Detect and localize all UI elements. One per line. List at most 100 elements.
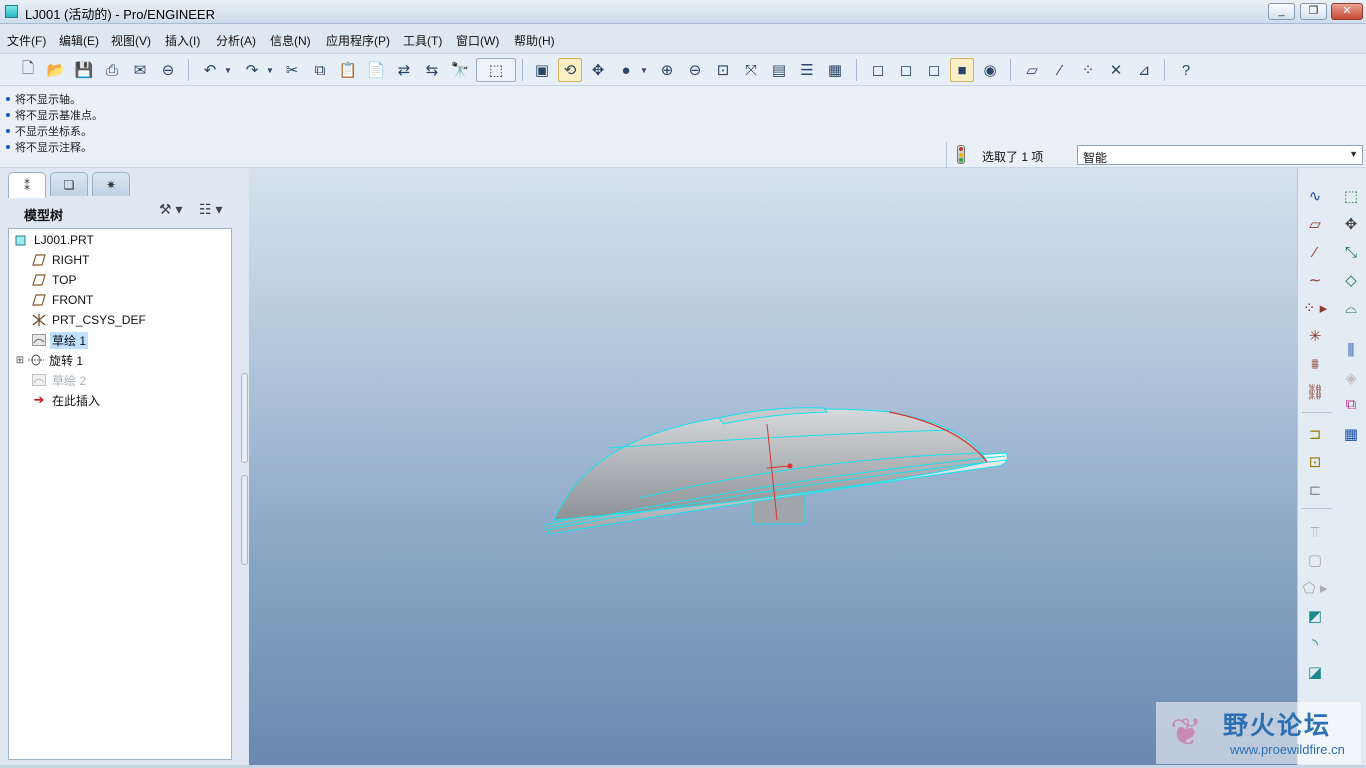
redo-icon[interactable]: ↷ — [240, 58, 264, 82]
sketch-point[interactable] — [787, 463, 793, 469]
shaded-icon[interactable]: ■ — [950, 58, 974, 82]
tree-item-front[interactable]: FRONT — [31, 291, 95, 309]
round-icon[interactable]: ▢ — [1302, 548, 1328, 572]
print-icon[interactable]: ⎙ — [100, 58, 124, 82]
paste-icon[interactable]: 📋 — [336, 58, 360, 82]
tree-item-part[interactable]: LJ001.PRT — [13, 231, 96, 249]
point-display-icon[interactable]: ⁘ — [1076, 58, 1100, 82]
regen-manager-icon[interactable]: ⇆ — [420, 58, 444, 82]
selection-filter-select[interactable]: 智能 ▼ — [1077, 145, 1363, 165]
close-button[interactable]: ✕ — [1331, 3, 1363, 20]
round-tool-icon[interactable]: ◝ — [1302, 632, 1328, 656]
extrude-tool-icon[interactable]: ⊐ — [1302, 422, 1328, 446]
shell-icon[interactable]: ⊡ — [1302, 450, 1328, 474]
selection-box-icon[interactable]: ⬚ — [476, 58, 516, 82]
graphics-window[interactable] — [249, 168, 1297, 768]
wireframe-icon[interactable]: ◻ — [866, 58, 890, 82]
navigator-splitter[interactable] — [241, 373, 248, 763]
sketch-tool-icon[interactable]: ⁘ ▸ — [1302, 296, 1328, 320]
paste-special-icon[interactable]: 📄 — [364, 58, 388, 82]
tree-item-right[interactable]: RIGHT — [31, 251, 91, 269]
pattern-icon[interactable]: ▦ — [1338, 422, 1364, 446]
find-icon[interactable]: 🔭 — [448, 58, 472, 82]
mirror-icon[interactable]: ◈ — [1338, 366, 1364, 390]
layer-tree-tab-icon[interactable]: ❏ — [50, 172, 88, 196]
rib-icon[interactable]: ⊏ — [1302, 478, 1328, 502]
zoom-out-icon[interactable]: ⊖ — [683, 58, 707, 82]
part-model[interactable] — [544, 407, 1008, 535]
splitter-grip[interactable] — [241, 373, 248, 463]
tree-settings-icon[interactable]: ⚒ ▾ — [159, 201, 195, 223]
menu-window[interactable]: 窗口(W) — [456, 32, 499, 49]
tree-item-top[interactable]: TOP — [31, 271, 78, 289]
menu-file[interactable]: 文件(F) — [7, 32, 46, 49]
view-manager-icon[interactable]: ▦ — [823, 58, 847, 82]
layers-icon[interactable]: ☰ — [795, 58, 819, 82]
zoom-in-icon[interactable]: ⊕ — [655, 58, 679, 82]
annotation-display-icon[interactable]: ⊿ — [1132, 58, 1156, 82]
plane-display-icon[interactable]: ▱ — [1020, 58, 1044, 82]
chamfer-icon[interactable]: ⬠ ▸ — [1302, 576, 1328, 600]
tree-item-insert-here[interactable]: ➔ 在此插入 — [31, 391, 102, 409]
maximize-button[interactable]: ❐ — [1300, 3, 1327, 20]
undo-icon[interactable]: ↶ — [198, 58, 222, 82]
shading-icon[interactable]: ● — [614, 58, 638, 82]
revolve-tool-icon[interactable]: ⌓ — [1338, 296, 1364, 320]
menu-tools[interactable]: 工具(T) — [403, 32, 442, 49]
regenerate-icon[interactable]: ⇄ — [392, 58, 416, 82]
model-view[interactable] — [249, 168, 1297, 768]
trim-icon[interactable]: ⧉ — [1338, 392, 1364, 416]
draft-icon[interactable]: ⫪ — [1302, 520, 1328, 544]
menu-insert[interactable]: 插入(I) — [165, 32, 200, 49]
refit-icon[interactable]: ⊡ — [711, 58, 735, 82]
no-hidden-icon[interactable]: ◻ — [922, 58, 946, 82]
expand-plus-icon[interactable]: ⊞ — [15, 352, 25, 368]
datum-csys-tool-icon[interactable]: ⤡ — [1338, 240, 1364, 264]
enhanced-realism-icon[interactable]: ◉ — [978, 58, 1002, 82]
save-icon[interactable]: 💾 — [72, 58, 96, 82]
sketched-datum-curve-icon[interactable]: ∿ — [1302, 184, 1328, 208]
hidden-line-icon[interactable]: ◻ — [894, 58, 918, 82]
tree-show-icon[interactable]: ☷ ▾ — [199, 201, 235, 223]
open-icon[interactable]: 📂 — [44, 58, 68, 82]
cut-icon[interactable]: ✂ — [280, 58, 304, 82]
datum-axis-tool-icon[interactable]: ▱ — [1302, 212, 1328, 236]
menu-help[interactable]: 帮助(H) — [514, 32, 555, 49]
tree-item-sketch-1[interactable]: 草绘 1 — [31, 331, 89, 349]
send-link-icon[interactable]: ⊖ — [156, 58, 180, 82]
menu-applications[interactable]: 应用程序(P) — [326, 32, 390, 49]
chevron-down-icon[interactable]: ▼ — [1349, 149, 1358, 159]
menu-view[interactable]: 视图(V) — [111, 32, 151, 49]
shading-dropdown-icon[interactable]: ▼ — [638, 58, 650, 82]
minimize-button[interactable]: _ — [1268, 3, 1295, 20]
blend-icon[interactable]: ⩩ — [1302, 352, 1328, 376]
repaint-icon[interactable]: ▣ — [530, 58, 554, 82]
tree-item-csys[interactable]: PRT_CSYS_DEF — [31, 311, 148, 329]
traffic-light-icon[interactable] — [957, 145, 965, 164]
new-icon[interactable]: 🗋 — [16, 58, 40, 82]
spin-center-icon[interactable]: ⟲ — [558, 58, 582, 82]
hole-icon[interactable]: ◩ — [1302, 604, 1328, 628]
send-mail-icon[interactable]: ✉ — [128, 58, 152, 82]
splitter-grip[interactable] — [241, 475, 248, 565]
undo-dropdown-icon[interactable]: ▼ — [222, 58, 234, 82]
menu-analysis[interactable]: 分析(A) — [216, 32, 256, 49]
menu-info[interactable]: 信息(N) — [270, 32, 311, 49]
analysis-feature-icon[interactable]: ∼ — [1302, 268, 1328, 292]
tree-item-revolve-1[interactable]: ⊞ 旋转 1 — [15, 351, 85, 369]
model-tree-tab-icon[interactable]: ⁑ — [8, 172, 46, 198]
datum-curve-tool-icon[interactable]: ✥ — [1338, 212, 1364, 236]
proe-app-icon[interactable] — [5, 5, 18, 18]
datum-plane-tool-icon[interactable]: ⬚ — [1338, 184, 1364, 208]
reorient-icon[interactable]: ⤧ — [739, 58, 763, 82]
chain-icon[interactable]: ◇ — [1338, 268, 1364, 292]
redo-dropdown-icon[interactable]: ▼ — [264, 58, 276, 82]
sweep-icon[interactable]: ✳ — [1302, 324, 1328, 348]
axis-display-icon[interactable]: ⁄ — [1048, 58, 1072, 82]
folder-browser-tab-icon[interactable]: ✷ — [92, 172, 130, 196]
datum-point-tool-icon[interactable]: ⁄ — [1302, 240, 1328, 264]
saved-views-icon[interactable]: ▤ — [767, 58, 791, 82]
draft-tool-icon[interactable]: ◪ — [1302, 660, 1328, 684]
context-help-icon[interactable]: ? — [1174, 58, 1198, 82]
merge-icon[interactable]: ⛓ — [1302, 380, 1328, 404]
